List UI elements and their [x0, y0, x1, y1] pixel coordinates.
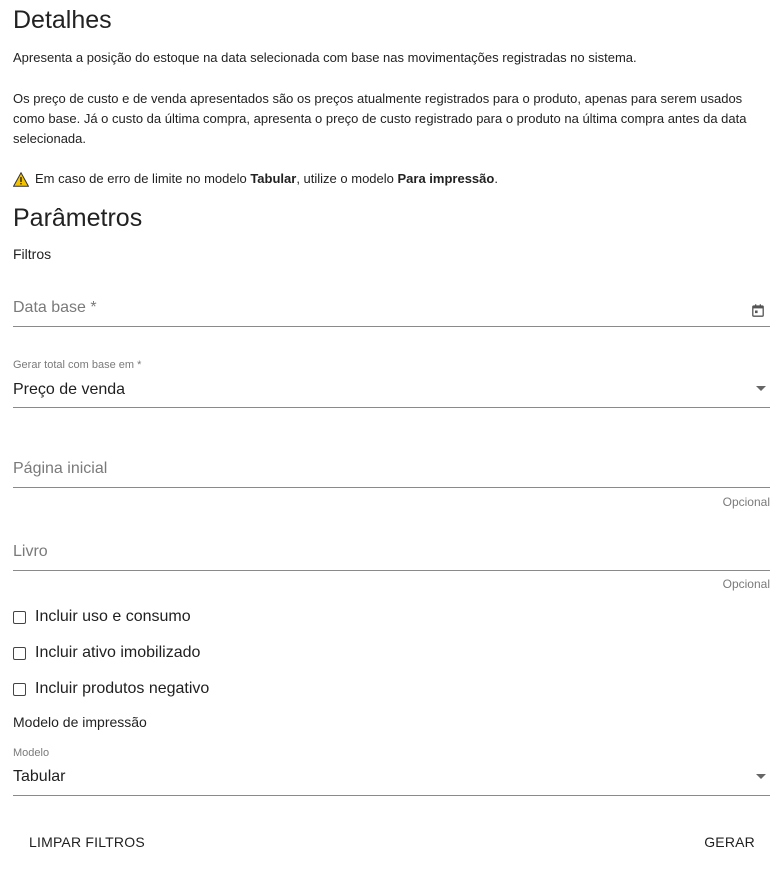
modelo-select[interactable]: Modelo Tabular [13, 745, 770, 796]
checkbox-produtos-negativo[interactable]: Incluir produtos negativo [13, 680, 209, 698]
dropdown-arrow-icon[interactable] [756, 774, 766, 779]
print-model-label: Modelo de impressão [13, 714, 147, 730]
checkbox-label: Incluir ativo imobilizado [35, 644, 201, 661]
modelo-value: Tabular [13, 768, 66, 785]
details-title: Detalhes [13, 6, 112, 34]
details-paragraph-1: Apresenta a posição do estoque na data s… [13, 50, 637, 65]
warning-message: Em caso de erro de limite no modelo Tabu… [13, 169, 498, 189]
details-paragraph-2: Os preço de custo e de venda apresentado… [13, 91, 747, 146]
pagina-inicial-hint: Opcional [722, 495, 770, 509]
checkbox-box[interactable] [13, 610, 26, 624]
warning-icon [13, 171, 29, 187]
livro-field[interactable]: Livro [13, 534, 770, 571]
data-base-field[interactable]: Data base * [13, 290, 770, 327]
checkbox-box[interactable] [13, 682, 26, 696]
livro-placeholder: Livro [13, 543, 48, 560]
dropdown-arrow-icon[interactable] [756, 386, 766, 391]
livro-hint: Opcional [722, 577, 770, 591]
clear-filters-button[interactable]: LIMPAR FILTROS [29, 834, 145, 850]
warning-text: Em caso de erro de limite no modelo Tabu… [35, 171, 498, 186]
data-base-placeholder: Data base * [13, 299, 97, 316]
calendar-icon[interactable] [752, 304, 764, 317]
checkbox-label: Incluir produtos negativo [35, 680, 210, 697]
params-title: Parâmetros [13, 204, 143, 232]
gerar-total-value: Preço de venda [13, 381, 126, 398]
pagina-inicial-placeholder: Página inicial [13, 460, 108, 477]
modelo-label: Modelo [13, 747, 50, 759]
checkbox-box[interactable] [13, 646, 26, 660]
filters-label: Filtros [13, 246, 52, 262]
gerar-total-label: Gerar total com base em * [13, 359, 142, 371]
checkbox-label: Incluir uso e consumo [35, 608, 191, 625]
gerar-total-select[interactable]: Gerar total com base em * Preço de venda [13, 356, 770, 408]
pagina-inicial-field[interactable]: Página inicial [13, 451, 770, 488]
checkbox-uso-consumo[interactable]: Incluir uso e consumo [13, 608, 191, 626]
generate-button[interactable]: GERAR [704, 834, 755, 850]
checkbox-ativo-imobilizado[interactable]: Incluir ativo imobilizado [13, 644, 200, 662]
